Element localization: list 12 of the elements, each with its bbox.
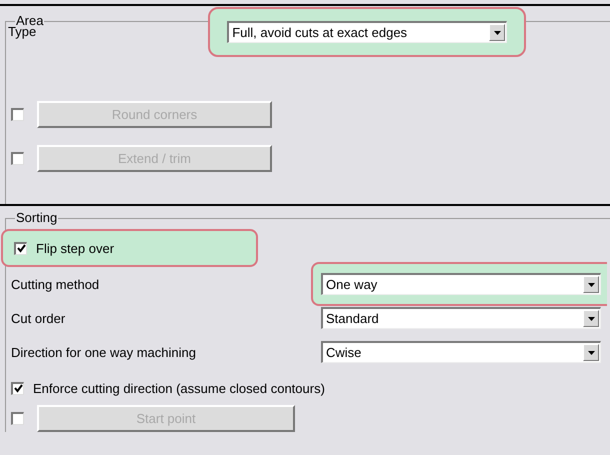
dropdown[interactable]: Full, avoid cuts at exact edges <box>227 21 508 43</box>
field-label: Cutting method <box>11 276 100 292</box>
field-label: Direction for one way machining <box>11 344 197 360</box>
checkbox-label[interactable]: Flip step over <box>36 240 114 256</box>
checkbox[interactable] <box>14 242 27 254</box>
checkbox-label[interactable]: Enforce cutting direction (assume closed contours) <box>33 380 325 396</box>
checkbox[interactable] <box>11 382 24 394</box>
dropdown[interactable]: Cwise <box>321 341 601 363</box>
dropdown[interactable]: One way <box>321 273 601 295</box>
field-label: Cut order <box>11 310 66 326</box>
group-title: Sorting <box>15 211 58 225</box>
dropdown[interactable]: Standard <box>321 307 601 329</box>
